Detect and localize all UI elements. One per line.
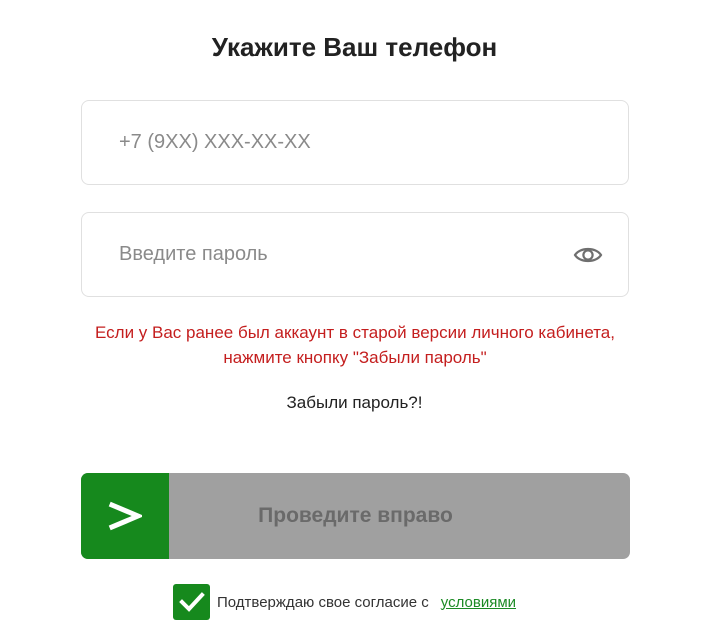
consent-text: Подтверждаю свое согласие с [217, 593, 429, 611]
old-account-notice: Если у Вас ранее был аккаунт в старой ве… [95, 323, 615, 367]
phone-field[interactable] [81, 100, 629, 185]
phone-input[interactable] [119, 101, 559, 184]
checkmark-icon [178, 592, 205, 612]
forgot-password-link[interactable]: Забыли пароль?! [0, 392, 709, 414]
terms-link[interactable]: условиями [441, 594, 516, 611]
password-field[interactable] [81, 212, 629, 297]
slider-label: Проведите вправо [258, 504, 453, 527]
chevron-right-icon [108, 501, 142, 531]
eye-icon[interactable] [573, 243, 603, 267]
consent-checkbox[interactable] [173, 584, 210, 620]
login-page: Укажите Ваш телефон Если у Вас ранее был… [0, 0, 709, 635]
slider-handle[interactable] [81, 473, 169, 559]
consent-row: Подтверждаю свое согласие с условиями [173, 584, 516, 620]
swipe-slider[interactable]: Проведите вправо [81, 473, 630, 559]
password-input[interactable] [119, 213, 559, 296]
page-title: Укажите Ваш телефон [211, 32, 498, 62]
